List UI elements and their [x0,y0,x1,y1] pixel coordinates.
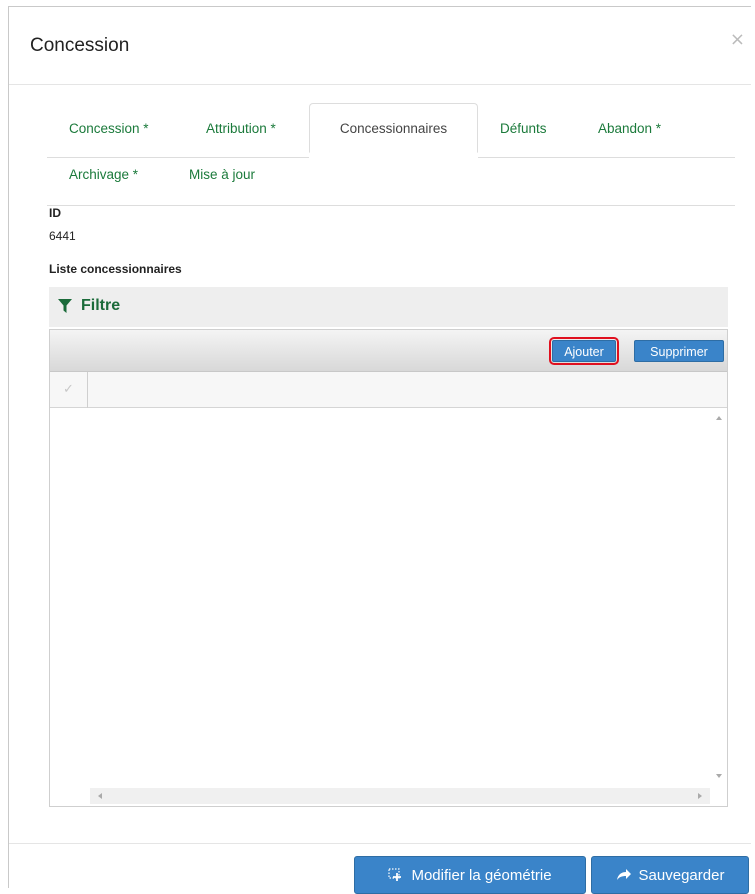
scroll-left-arrow-icon[interactable] [98,793,102,799]
scroll-up-arrow-icon[interactable] [716,416,722,420]
delete-button[interactable]: Supprimer [634,340,724,362]
modify-geometry-button[interactable]: Modifier la géométrie [354,856,586,894]
save-button[interactable]: Sauvegarder [591,856,749,894]
scroll-down-arrow-icon[interactable] [716,774,722,778]
tabs-divider [478,157,735,158]
tab-attribution[interactable]: Attribution * [206,121,276,136]
modify-geometry-label: Modifier la géométrie [411,866,552,884]
arrow-right-icon [616,868,632,882]
geometry-edit-icon [388,868,404,882]
tab-concessionnaires[interactable]: Concessionnaires [309,103,478,153]
filter-icon [57,298,73,319]
id-value: 6441 [49,229,76,243]
tab-archivage[interactable]: Archivage * [69,167,138,182]
dialog-header: Concession × [9,7,751,85]
filter-label: Filtre [81,297,121,314]
filter-bar[interactable]: Filtre [49,287,728,327]
tab-defunts[interactable]: Défunts [500,121,547,136]
horizontal-scrollbar[interactable] [90,788,710,804]
id-label: ID [49,206,61,220]
add-button[interactable]: Ajouter [549,337,619,365]
tabs-bottom-divider [47,205,735,206]
dialog-title: Concession [30,35,130,56]
tab-abandon[interactable]: Abandon * [598,121,661,136]
save-label: Sauvegarder [638,866,725,884]
vertical-scrollbar[interactable] [711,408,727,788]
list-label: Liste concessionnaires [49,262,182,276]
tabs-divider [47,157,309,158]
footer-divider [9,843,751,844]
close-button[interactable]: × [730,31,745,49]
concession-dialog: Concession × Concession * Attribution * … [8,6,751,894]
tab-mise-a-jour[interactable]: Mise à jour [189,167,255,182]
tab-concession[interactable]: Concession * [69,121,149,136]
grid-toolbar: Ajouter Supprimer [50,330,727,372]
grid-header: ✓ [50,372,727,408]
concessionnaires-grid: Ajouter Supprimer ✓ [49,329,728,807]
grid-body [50,408,727,806]
scroll-right-arrow-icon[interactable] [698,793,702,799]
select-all-checkbox[interactable]: ✓ [50,372,88,408]
